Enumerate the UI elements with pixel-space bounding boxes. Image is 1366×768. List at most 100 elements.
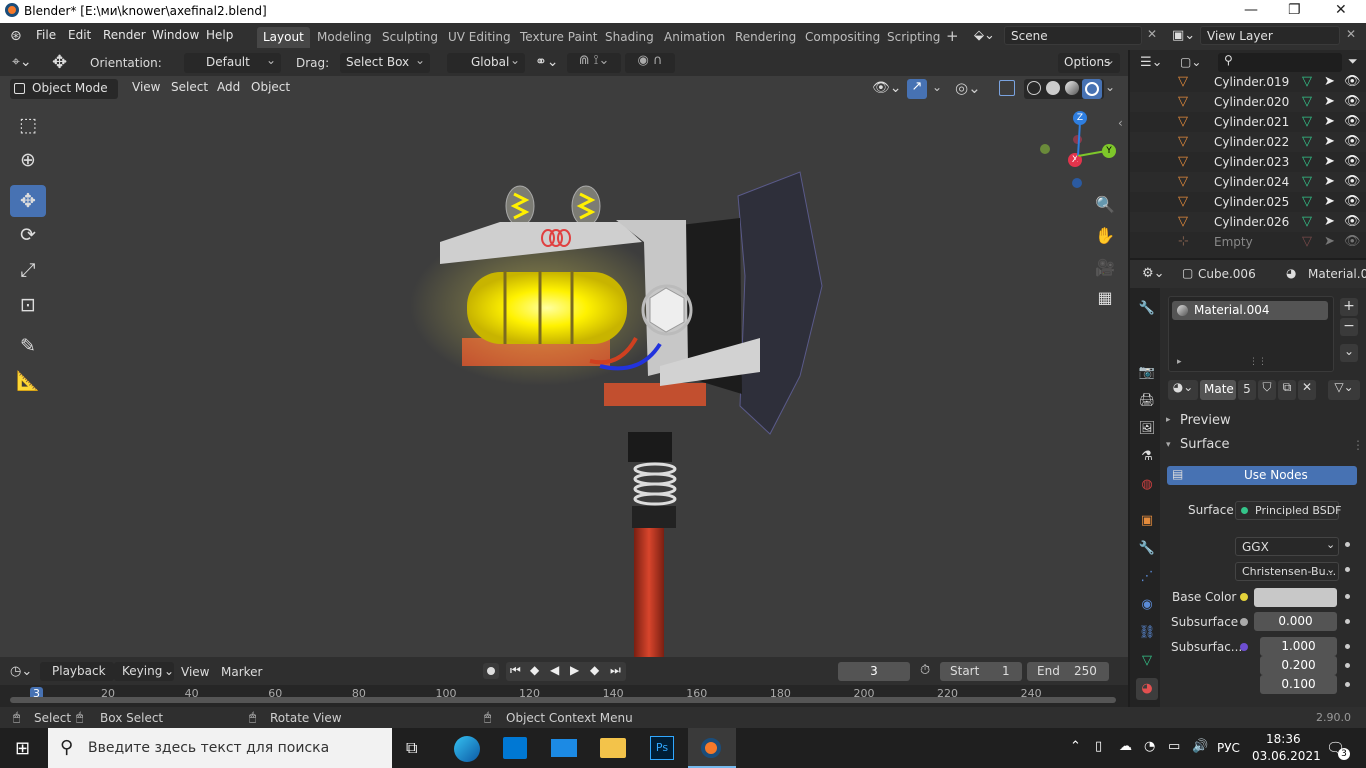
options-dropdown[interactable]: Options [1058,53,1120,73]
outliner-row[interactable]: ▽ Cylinder.026 ▽ ➤ 👁 [1130,212,1366,232]
mesh-data-icon[interactable]: ▽ [1302,214,1312,229]
outliner-row[interactable]: ▽ Cylinder.024 ▽ ➤ 👁 [1130,172,1366,192]
use-nodes-button[interactable]: ▤ Use Nodes [1167,466,1357,485]
volume-icon[interactable]: 🔊 [1192,739,1208,754]
blender-taskbar-button[interactable] [688,728,736,768]
timeline-menu-playback[interactable]: Playback [40,662,114,681]
tab-modeling[interactable]: Modeling [311,27,378,48]
battery-icon[interactable]: ▭ [1168,739,1180,754]
pivot-icon[interactable]: ⚭⌄ [535,54,558,70]
output-tab-icon[interactable]: 🖨 [1136,390,1158,412]
next-keyframe-icon[interactable]: ◆ [590,663,599,677]
play-icon[interactable]: ▶ [570,663,579,677]
scene-close-icon[interactable]: ✕ [1147,27,1157,41]
orientation-dropdown[interactable]: Default [184,53,281,73]
data-tab-icon[interactable]: ▽ [1136,650,1158,672]
current-frame-field[interactable]: 3 [838,662,910,681]
outliner-row[interactable]: ▽ Cylinder.023 ▽ ➤ 👁 [1130,152,1366,172]
timeline-editor-icon[interactable]: ◷⌄ [10,664,32,679]
clock-time[interactable]: 18:36 [1266,732,1301,746]
surface-collapse-icon[interactable]: ▾ [1166,440,1171,450]
selectable-arrow-icon[interactable]: ➤ [1324,234,1335,249]
drag-dropdown[interactable]: Select Box [340,53,430,73]
outliner-filter-icon[interactable]: ▢⌄ [1180,55,1201,69]
file-explorer-icon[interactable] [600,738,626,758]
visibility-eye-icon[interactable]: 👁 [1344,114,1361,129]
preview-section-label[interactable]: Preview [1180,413,1231,428]
render-tab-icon[interactable]: 📷 [1136,362,1158,384]
selectable-arrow-icon[interactable]: ➤ [1324,114,1335,129]
language-indicator[interactable]: РУС [1217,741,1240,755]
menu-edit[interactable]: Edit [68,28,91,42]
timeline-menu-view[interactable]: View [181,665,209,679]
tab-scripting[interactable]: Scripting [881,27,946,48]
physics-tab-icon[interactable]: ◉ [1136,594,1158,616]
visibility-eye-icon[interactable]: 👁 [1344,214,1361,229]
tray-chevron-icon[interactable]: ⌃ [1070,739,1081,754]
tool-tab-icon[interactable]: 🔧 [1136,298,1158,320]
outliner-editor-icon[interactable]: ☰⌄ [1140,55,1163,70]
timeline-scrollbar[interactable] [10,697,1116,703]
subsurface-value-field[interactable]: 0.000 [1254,612,1337,631]
menu-window[interactable]: Window [152,28,199,42]
selectable-arrow-icon[interactable]: ➤ [1324,94,1335,109]
menu-help[interactable]: Help [206,28,233,42]
prev-keyframe-icon[interactable]: ◆ [530,663,539,677]
start-frame-field[interactable]: Start 1 [940,662,1022,681]
outliner-row[interactable]: ▽ Cylinder.025 ▽ ➤ 👁 [1130,192,1366,212]
mesh-data-icon[interactable]: ▽ [1302,74,1312,89]
fake-user-shield-icon[interactable]: ⛉ [1258,380,1276,400]
surface-drag-icon[interactable]: ⋮⋮ [1352,438,1366,452]
task-view-icon[interactable]: ⧉ [406,738,417,758]
tab-layout[interactable]: Layout [257,27,310,48]
view-layer-field[interactable]: View Layer [1200,26,1340,45]
add-slot-button[interactable]: + [1340,298,1358,316]
menu-render[interactable]: Render [103,28,146,42]
record-button[interactable] [483,663,499,679]
remove-slot-button[interactable]: − [1340,318,1358,336]
outliner-funnel-icon[interactable]: ⏷ [1348,54,1358,69]
store-icon[interactable] [503,737,527,759]
snap-icon[interactable]: ⋒ ⟟⌄ [567,53,621,73]
tab-animation[interactable]: Animation [658,27,731,48]
timeline-menu-marker[interactable]: Marker [221,665,262,679]
world-tab-icon[interactable]: ◍ [1136,474,1158,496]
surface-section-label[interactable]: Surface [1180,437,1230,452]
selectable-arrow-icon[interactable]: ➤ [1324,154,1335,169]
photoshop-icon[interactable]: Ps [650,736,674,760]
maximize-button[interactable]: ❐ [1288,2,1301,18]
view-layer-icon[interactable]: ▣⌄ [1172,28,1195,43]
mesh-data-icon[interactable]: ▽ [1302,194,1312,209]
proportional-edit-icon[interactable]: ◉ ∩ [625,53,675,73]
scene-icon[interactable]: ⬙⌄ [974,28,995,43]
properties-editor-icon[interactable]: ⚙⌄ [1142,266,1165,281]
distribution-anim-dot[interactable] [1345,542,1350,547]
3d-viewport[interactable]: Object Mode View Select Add Object 👁⌄ ↗ … [0,76,1128,657]
outliner-search-icon[interactable]: ⚲ [1218,53,1342,72]
jump-end-icon[interactable]: ⏭ [610,663,621,678]
close-button[interactable]: ✕ [1335,2,1347,18]
move-tool-icon[interactable]: ✥ [52,52,67,73]
outliner-row[interactable]: ▽ Cylinder.022 ▽ ➤ 👁 [1130,132,1366,152]
outliner-row[interactable]: ▽ Cylinder.021 ▽ ➤ 👁 [1130,112,1366,132]
menu-file[interactable]: File [36,28,56,42]
taskbar-search-box[interactable]: ⚲ Введите здесь текст для поиска [48,728,392,768]
preview-collapse-icon[interactable]: ▸ [1166,415,1171,425]
visibility-eye-icon[interactable]: 👁 [1344,174,1361,189]
subsurface-radius-z[interactable]: 0.100 [1260,675,1337,694]
view-layer-close-icon[interactable]: ✕ [1346,27,1356,41]
mesh-data-icon[interactable]: ▽ [1302,134,1312,149]
tray-device-icon[interactable]: ▯ [1095,739,1102,754]
radius-z-anim-dot[interactable] [1345,682,1350,687]
tab-compositing[interactable]: Compositing [799,27,886,48]
subsurface-radius-y[interactable]: 0.200 [1260,656,1337,675]
tab-shading[interactable]: Shading [599,27,660,48]
material-users-count[interactable]: 5 [1238,380,1256,400]
preview-range-clock-icon[interactable]: ⏱ [920,663,930,678]
tab-rendering[interactable]: Rendering [729,27,802,48]
material-browse-icon[interactable]: ◕⌄ [1168,380,1198,400]
material-tab-icon[interactable]: ◕ [1136,678,1158,700]
end-frame-field[interactable]: End 250 [1027,662,1109,681]
base-color-socket-icon[interactable] [1240,593,1248,601]
selectable-arrow-icon[interactable]: ➤ [1324,134,1335,149]
